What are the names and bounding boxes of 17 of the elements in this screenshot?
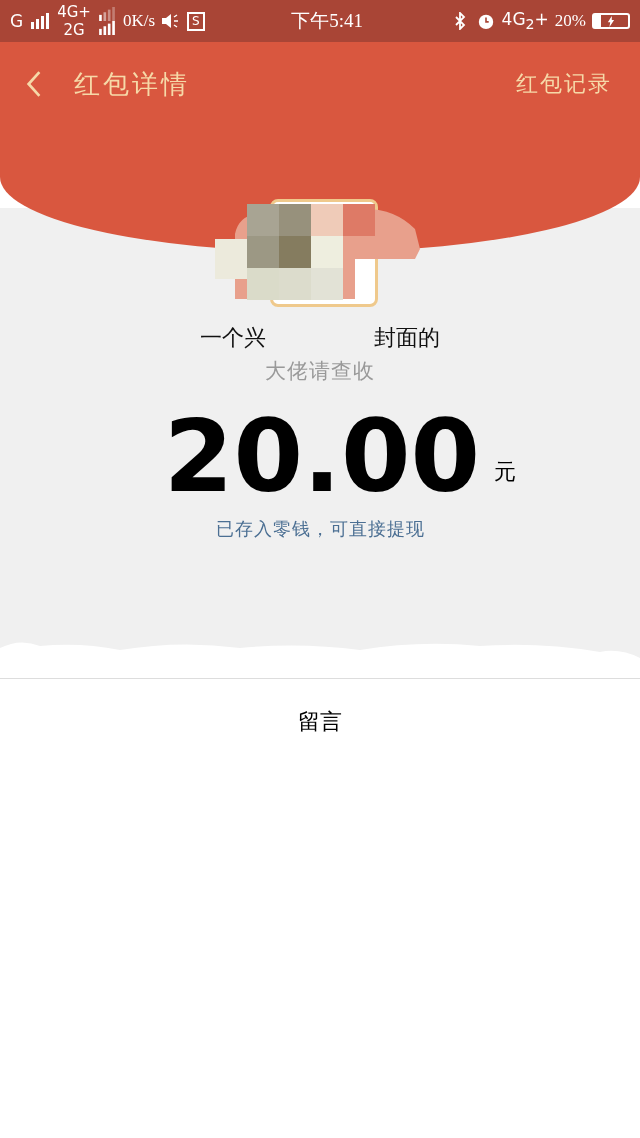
battery-percent: 20% [554,11,586,31]
sim-label: G [10,11,24,31]
clock: 下午5:41 [291,9,363,33]
network-label: 2G [63,21,85,39]
greeting-text: 大佬请查收 [265,358,375,385]
message-label: 留言 [298,709,342,734]
sender-title: 封面的 [374,324,440,352]
network-speed: 0K/s [122,11,156,31]
page-title: 红包详情 [74,67,191,101]
records-link[interactable]: 红包记录 [516,69,612,99]
network-label: 4G$_{2}$+ [501,9,549,33]
balance-link[interactable]: 已存入零钱，可直接提现 [215,517,425,541]
network-label: 4G+ [57,3,91,21]
amount-value: 20.00 [163,407,481,507]
currency-unit: 元 [494,458,517,486]
sender-title: 一个兴 [200,324,266,352]
app-badge: S [187,11,205,31]
